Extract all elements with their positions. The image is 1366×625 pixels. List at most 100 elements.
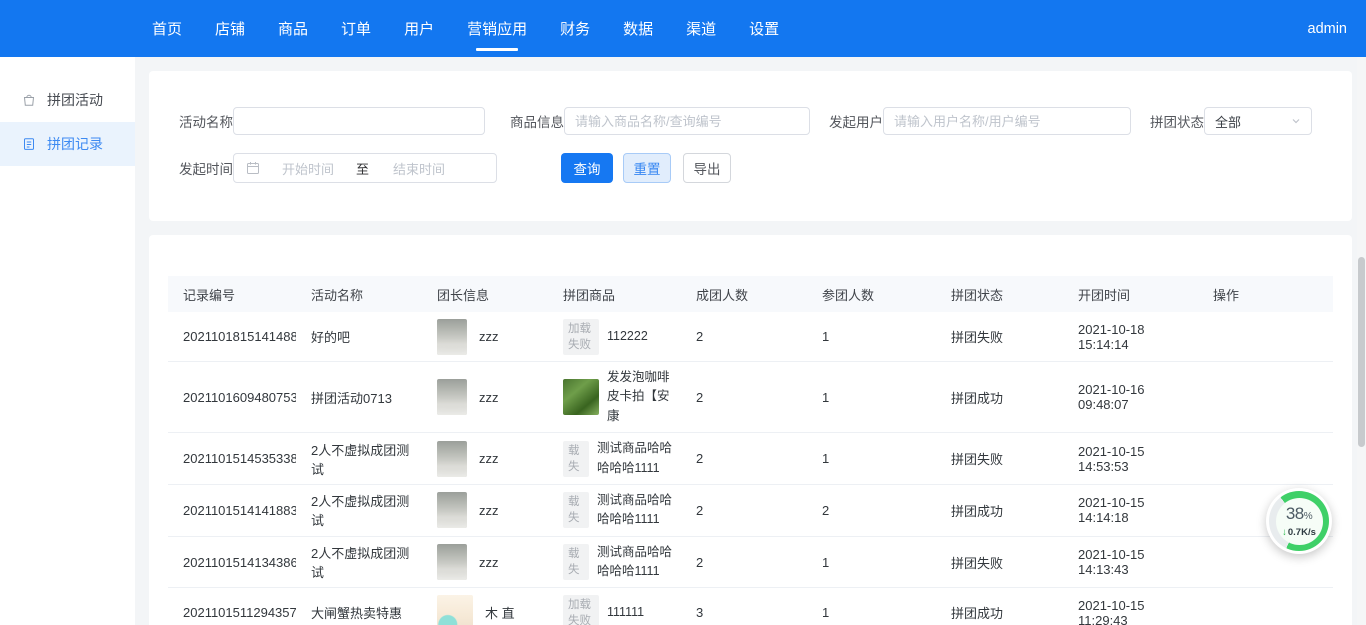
- column-header-1: 活动名称: [296, 285, 422, 304]
- joined-count-cell: 1: [807, 599, 936, 625]
- leader-name: zzz: [479, 503, 499, 518]
- nav-item-data[interactable]: 数据: [623, 0, 653, 57]
- nav-item-channels[interactable]: 渠道: [686, 0, 716, 57]
- column-header-5: 参团人数: [807, 285, 936, 304]
- reset-button[interactable]: 重置: [623, 153, 671, 183]
- column-header-0: 记录编号: [168, 285, 296, 304]
- date-range-picker[interactable]: 开始时间 至 结束时间: [233, 153, 497, 183]
- nav-item-goods[interactable]: 商品: [278, 0, 308, 57]
- leader-avatar: [437, 492, 467, 528]
- activity-name-cell: 拼团活动0713: [296, 382, 422, 413]
- nav-item-finance[interactable]: 财务: [560, 0, 590, 57]
- download-progress-badge[interactable]: 38% ↓0.7K/s: [1266, 488, 1332, 554]
- joined-count-cell: 2: [807, 497, 936, 524]
- record-no-cell: 202110181514148841: [168, 323, 296, 350]
- leader-name: 木 直: [485, 603, 515, 622]
- status-cell: 拼团成功: [936, 495, 1063, 526]
- leader-avatar: [437, 379, 467, 415]
- filter-panel: 活动名称 商品信息 发起用户 拼团状态 全部 发起时间: [149, 71, 1352, 221]
- date-range-separator: 至: [356, 159, 369, 178]
- open-time-cell: 2021-10-15 14:14:18: [1063, 489, 1198, 531]
- column-header-8: 操作: [1198, 285, 1333, 304]
- leader-cell: zzz: [422, 373, 548, 421]
- product-cell: 载失 测试商品哈哈哈哈哈1111: [548, 537, 681, 588]
- nav-item-home[interactable]: 首页: [152, 0, 182, 57]
- search-button[interactable]: 查询: [561, 153, 613, 183]
- table-row: 202110181514148841 好的吧 zzz 加载失败 112222 2…: [168, 312, 1333, 362]
- end-time-placeholder[interactable]: 结束时间: [393, 159, 445, 178]
- activity-name-cell: 好的吧: [296, 321, 422, 352]
- calendar-icon: [246, 161, 260, 175]
- group-status-select[interactable]: 全部: [1204, 107, 1312, 135]
- record-no-cell: 202110151414188323: [168, 497, 296, 524]
- table-body: 202110181514148841 好的吧 zzz 加载失败 112222 2…: [168, 312, 1333, 625]
- sidebar-item-group-activity[interactable]: 拼团活动: [0, 78, 135, 122]
- group-status-label: 拼团状态: [1148, 111, 1204, 131]
- product-name: 测试商品哈哈哈哈哈1111: [597, 543, 677, 582]
- leader-cell: zzz: [422, 486, 548, 534]
- leader-cell: zzz: [422, 313, 548, 361]
- status-cell: 拼团失败: [936, 443, 1063, 474]
- broken-product-image: 载失: [563, 544, 589, 580]
- product-info-label: 商品信息: [508, 111, 564, 131]
- column-header-3: 拼团商品: [548, 285, 681, 304]
- product-info-input[interactable]: [564, 107, 810, 135]
- broken-product-image: 载失: [563, 492, 589, 528]
- column-header-2: 团长信息: [422, 285, 548, 304]
- start-time-placeholder[interactable]: 开始时间: [282, 159, 334, 178]
- filter-row-1: 活动名称 商品信息 发起用户 拼团状态 全部: [177, 107, 1324, 135]
- open-time-cell: 2021-10-15 11:29:43: [1063, 592, 1198, 625]
- nav-item-settings[interactable]: 设置: [749, 0, 779, 57]
- initiator-input[interactable]: [883, 107, 1131, 135]
- progress-ring: 38% ↓0.7K/s: [1269, 491, 1329, 551]
- sidebar: 拼团活动 拼团记录: [0, 57, 135, 625]
- table-row: 202110151453533873 2人不虚拟成团测试 zzz 载失 测试商品…: [168, 433, 1333, 485]
- column-header-7: 开团时间: [1063, 285, 1198, 304]
- leader-avatar: [437, 544, 467, 580]
- leader-cell: zzz: [422, 435, 548, 483]
- activity-name-cell: 2人不虚拟成团测试: [296, 485, 422, 535]
- progress-percent: 38: [1286, 504, 1304, 523]
- leader-cell: zzz: [422, 538, 548, 586]
- leader-avatar: [437, 595, 473, 625]
- scrollbar: [1357, 57, 1366, 625]
- action-cell: [1198, 607, 1333, 619]
- action-cell: [1198, 556, 1333, 568]
- table-header-row: 记录编号活动名称团长信息拼团商品成团人数参团人数拼团状态开团时间操作: [168, 276, 1333, 312]
- sidebar-item-group-records[interactable]: 拼团记录: [0, 122, 135, 166]
- group-records-icon: [22, 137, 36, 151]
- open-time-cell: 2021-10-18 15:14:14: [1063, 316, 1198, 358]
- main-content: 活动名称 商品信息 发起用户 拼团状态 全部 发起时间: [135, 57, 1366, 625]
- broken-product-image: 载失: [563, 441, 589, 477]
- nav-item-orders[interactable]: 订单: [341, 0, 371, 57]
- nav-item-shop[interactable]: 店铺: [215, 0, 245, 57]
- filter-row-2: 发起时间 开始时间 至 结束时间 查询 重置 导出: [177, 153, 1324, 183]
- table-row: 202110160948075366 拼团活动0713 zzz 发发泡咖啡皮卡拍…: [168, 362, 1333, 433]
- record-no-cell: 202110151453533873: [168, 445, 296, 472]
- leader-name: zzz: [479, 390, 499, 405]
- joined-count-cell: 1: [807, 445, 936, 472]
- product-name: 发发泡咖啡皮卡拍【安康: [607, 368, 677, 426]
- activity-name-input[interactable]: [233, 107, 485, 135]
- open-time-cell: 2021-10-15 14:13:43: [1063, 541, 1198, 583]
- record-no-cell: 202110160948075366: [168, 384, 296, 411]
- nav-item-marketing[interactable]: 营销应用: [467, 0, 527, 57]
- nav-item-users[interactable]: 用户: [404, 0, 434, 57]
- top-nav: 首页店铺商品订单用户营销应用财务数据渠道设置: [152, 0, 812, 57]
- record-no-cell: 202110151413438648: [168, 549, 296, 576]
- product-cell: 载失 测试商品哈哈哈哈哈1111: [548, 433, 681, 484]
- product-cell: 加载失败 112222: [548, 313, 681, 361]
- scrollbar-thumb[interactable]: [1358, 257, 1365, 447]
- joined-count-cell: 1: [807, 323, 936, 350]
- records-table: 记录编号活动名称团长信息拼团商品成团人数参团人数拼团状态开团时间操作 20211…: [168, 276, 1333, 625]
- broken-product-image: 加载失败: [563, 595, 599, 625]
- group-size-cell: 2: [681, 323, 807, 350]
- action-cell: [1198, 391, 1333, 403]
- table-row: 202110151414188323 2人不虚拟成团测试 zzz 载失 测试商品…: [168, 485, 1333, 537]
- group-size-cell: 2: [681, 445, 807, 472]
- export-button[interactable]: 导出: [683, 153, 731, 183]
- user-menu[interactable]: admin: [1308, 21, 1348, 37]
- column-header-6: 拼团状态: [936, 285, 1063, 304]
- group-size-cell: 3: [681, 599, 807, 625]
- leader-name: zzz: [479, 329, 499, 344]
